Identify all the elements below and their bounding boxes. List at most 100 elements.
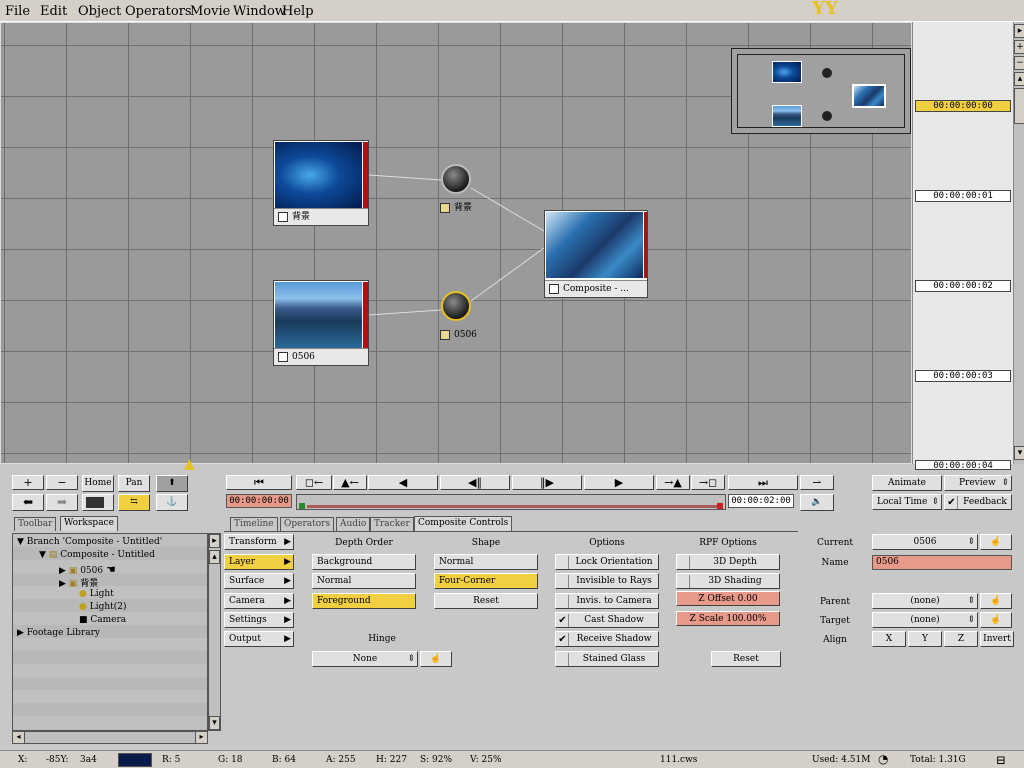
zoom-in-button[interactable]: + <box>12 475 44 490</box>
stained-glass-checkbox[interactable]: Stained Glass <box>555 651 659 667</box>
preview-dropdown[interactable]: Preview ⇕ <box>944 475 1012 491</box>
navigator-panel[interactable] <box>731 48 911 134</box>
shape-reset-button[interactable]: Reset <box>434 593 538 609</box>
align-x-button[interactable]: X <box>872 631 906 647</box>
color-swatch-button[interactable] <box>82 494 114 511</box>
tree-item-0506[interactable]: ▶ ▣ 0506 ☚ <box>59 563 116 576</box>
parent-dropdown[interactable]: (none) ⇕ <box>872 593 978 609</box>
3d-depth-checkbox[interactable]: 3D Depth <box>676 554 780 570</box>
invert-button[interactable]: Invert <box>980 631 1014 647</box>
menu-edit[interactable]: Edit <box>40 4 67 19</box>
shape-normal-button[interactable]: Normal <box>434 554 538 570</box>
timeline-scrollbar[interactable]: ▸ + − ▴ ▾ <box>1013 22 1024 464</box>
scroll-down-icon[interactable]: ▾ <box>209 716 220 730</box>
workspace-canvas[interactable]: 背景 0506 Composite - ... 背景 0506 <box>0 22 912 464</box>
play-reverse-button[interactable]: ◀ <box>368 475 438 490</box>
tab-toolbar[interactable]: Toolbar <box>14 517 57 531</box>
tree-item-branch[interactable]: ▼ Branch 'Composite - Untitled' <box>17 537 162 547</box>
tree-item-light[interactable]: ● Light <box>79 589 114 599</box>
tree-item-background[interactable]: ▶ ▣ 背景 <box>59 576 98 589</box>
target-dropdown[interactable]: (none) ⇕ <box>872 612 978 628</box>
tab-workspace[interactable]: Workspace <box>60 516 118 531</box>
loop-button[interactable]: ⇀ <box>800 475 834 490</box>
category-transform[interactable]: Transform ▶ <box>224 534 294 550</box>
timeline-strip[interactable]: 00:00:00:00 00:00:00:01 00:00:00:02 00:0… <box>912 22 1024 471</box>
scroll-right-icon[interactable]: ▸ <box>195 732 207 743</box>
tree-item-composite[interactable]: ▼ ▤ Composite - Untitled <box>39 550 155 560</box>
menu-window[interactable]: Window <box>233 4 286 19</box>
node-composite[interactable]: Composite - ... <box>544 210 648 298</box>
z-scale-field[interactable]: Z Scale 100.00% <box>676 611 780 626</box>
category-layer[interactable]: Layer ▶ <box>224 554 294 570</box>
forward-button[interactable]: ➡ <box>46 494 78 511</box>
timecode[interactable]: 00:00:00:03 <box>915 370 1011 382</box>
home-button[interactable]: Home <box>82 475 114 492</box>
menu-file[interactable]: File <box>5 4 30 19</box>
scroll-up-icon[interactable]: ▴ <box>1014 72 1024 86</box>
timecode-current[interactable]: 00:00:00:00 <box>915 100 1011 112</box>
tab-timeline[interactable]: Timeline <box>230 517 278 531</box>
tab-audio[interactable]: Audio <box>336 517 371 531</box>
current-dropdown[interactable]: 0506 ⇕ <box>872 534 978 550</box>
scroll-down-icon[interactable]: ▾ <box>1014 446 1024 460</box>
audio-button[interactable]: 🔈 <box>800 494 834 511</box>
depth-background-button[interactable]: Background <box>312 554 416 570</box>
pan-button[interactable]: Pan <box>118 475 150 492</box>
timecode[interactable]: 00:00:00:01 <box>915 190 1011 202</box>
receive-shadow-checkbox[interactable]: ✔ Receive Shadow <box>555 631 659 647</box>
depth-foreground-button[interactable]: Foreground <box>312 593 416 609</box>
name-field[interactable]: 0506 <box>872 555 1012 570</box>
timecode[interactable]: 00:00:00:04 <box>915 460 1011 471</box>
up-arrow-button[interactable]: ⬆ <box>156 475 188 492</box>
menu-help[interactable]: Help <box>282 4 314 19</box>
current-pick-button[interactable]: ☝ <box>980 534 1012 550</box>
scene-tree[interactable]: ▼ Branch 'Composite - Untitled' ▼ ▤ Comp… <box>12 533 208 731</box>
tree-vscrollbar[interactable]: ▸ ▴ ▾ <box>208 533 221 731</box>
timecode[interactable]: 00:00:00:02 <box>915 280 1011 292</box>
parent-pick-button[interactable]: ☝ <box>980 593 1012 609</box>
local-time-dropdown[interactable]: Local Time ⇕ <box>872 494 942 510</box>
end-time-field[interactable]: 00:00:02:00 <box>728 494 794 508</box>
zoom-out-button[interactable]: − <box>46 475 78 490</box>
scroll-right-icon[interactable]: ▸ <box>1014 24 1024 38</box>
node-0506[interactable]: 0506 <box>273 280 369 366</box>
node-background[interactable]: 背景 <box>273 140 369 226</box>
zoom-out-button[interactable]: − <box>1014 56 1024 70</box>
step-forward-button[interactable]: ‖▶ <box>512 475 582 490</box>
prev-keyframe-button[interactable]: ▲← <box>333 475 367 490</box>
scroll-right-icon[interactable]: ▸ <box>209 534 220 548</box>
hinge-pick-button[interactable]: ☝ <box>420 651 452 667</box>
rpf-reset-button[interactable]: Reset <box>711 651 781 667</box>
scroll-thumb[interactable] <box>1014 88 1024 124</box>
start-time-field[interactable]: 00:00:00:00 <box>226 494 292 508</box>
feedback-checkbox[interactable]: ✔ Feedback <box>944 494 1012 510</box>
go-to-start-button[interactable]: ⏮ <box>226 475 292 490</box>
tab-composite-controls[interactable]: Composite Controls <box>414 516 513 531</box>
align-z-button[interactable]: Z <box>944 631 978 647</box>
link-button[interactable]: ⇆ <box>118 494 150 511</box>
target-pick-button[interactable]: ☝ <box>980 612 1012 628</box>
cast-shadow-checkbox[interactable]: ✔ Cast Shadow <box>555 612 659 628</box>
shape-four-corner-button[interactable]: Four-Corner <box>434 573 538 589</box>
next-key-button[interactable]: →◻ <box>691 475 725 490</box>
time-scrubber[interactable] <box>296 494 726 510</box>
go-to-end-button[interactable]: ⏭ <box>728 475 798 490</box>
back-button[interactable]: ⬅ <box>12 494 44 511</box>
layer-sphere-0506[interactable] <box>441 291 471 321</box>
tree-item-camera[interactable]: ■ Camera <box>79 615 126 625</box>
category-camera[interactable]: Camera ▶ <box>224 593 294 609</box>
scroll-left-icon[interactable]: ◂ <box>13 732 25 743</box>
3d-shading-checkbox[interactable]: 3D Shading <box>676 573 780 589</box>
layer-sphere-background[interactable] <box>441 164 471 194</box>
menu-movie[interactable]: Movie <box>190 4 230 19</box>
hinge-dropdown[interactable]: None ⇕ <box>312 651 418 667</box>
zoom-in-button[interactable]: + <box>1014 40 1024 54</box>
invisible-to-rays-checkbox[interactable]: Invisible to Rays <box>555 573 659 589</box>
anchor-button[interactable]: ⚓ <box>156 494 188 511</box>
animate-button[interactable]: Animate <box>872 475 942 491</box>
category-settings[interactable]: Settings ▶ <box>224 612 294 628</box>
invis-to-camera-checkbox[interactable]: Invis. to Camera <box>555 593 659 609</box>
tree-item-light-2[interactable]: ● Light(2) <box>79 602 127 612</box>
z-offset-field[interactable]: Z Offset 0.00 <box>676 591 780 606</box>
tab-tracker[interactable]: Tracker <box>370 517 414 531</box>
